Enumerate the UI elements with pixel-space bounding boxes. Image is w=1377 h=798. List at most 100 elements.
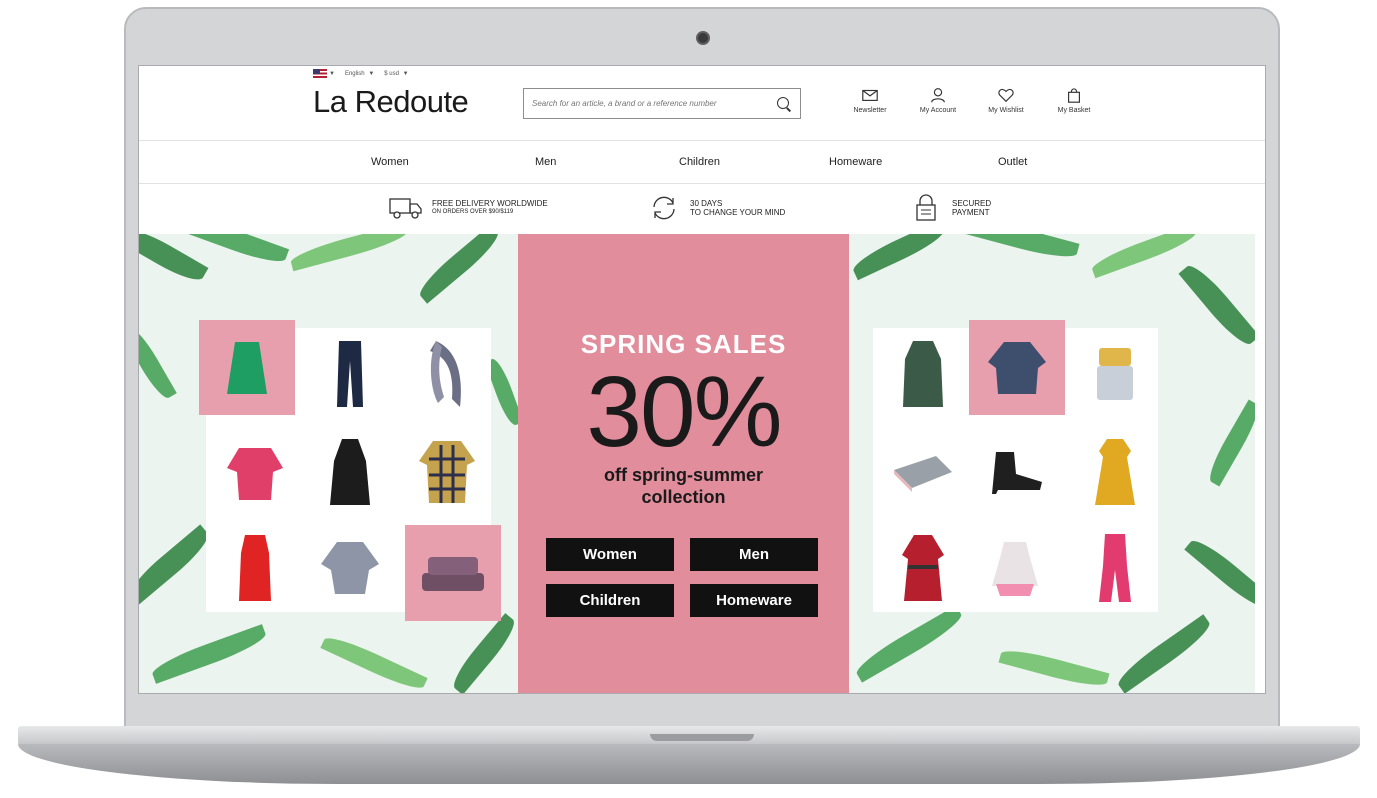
search-input[interactable] (532, 99, 776, 108)
service-subtitle: ON ORDERS OVER $90/$119 (432, 209, 514, 215)
product-tile-skirt[interactable] (199, 320, 295, 415)
scarf-image (430, 341, 461, 407)
promo-percent: 30% (586, 356, 782, 468)
product-tile-ankle-boot[interactable] (969, 426, 1061, 518)
cta-homeware-button[interactable]: Homeware (690, 584, 818, 617)
nav-item-women[interactable]: Women (371, 156, 409, 168)
product-tile-scarf[interactable] (401, 328, 493, 420)
search-box (523, 88, 801, 119)
product-tile-pink-top[interactable] (209, 426, 301, 518)
service-title: FREE DELIVERY WORLDWIDE (432, 199, 548, 208)
bag-icon (1068, 88, 1080, 103)
us-flag-icon (313, 69, 327, 78)
promo-subtitle-line: collection (641, 487, 726, 507)
red-print-dress-image (902, 535, 944, 601)
laptop-notch (650, 734, 754, 741)
yellow-dress-image (1095, 439, 1135, 505)
currency-label: $ usd (384, 70, 399, 77)
product-tile-yellow-dress[interactable] (1069, 426, 1161, 518)
leaf-decoration (958, 234, 1080, 264)
leaf-decoration (1113, 614, 1215, 693)
newsletter-label: Newsletter (853, 107, 887, 114)
cta-women-button[interactable]: Women (546, 538, 674, 571)
product-tile-towels[interactable] (405, 525, 501, 621)
header-actions: Newsletter My Account My Wishlist My Bas… (843, 86, 1101, 114)
account-button[interactable]: My Account (911, 86, 965, 114)
product-tile-bedding[interactable] (1069, 328, 1161, 420)
grey-blouse-image (321, 542, 379, 594)
product-tile-trousers[interactable] (304, 328, 396, 420)
service-text: FREE DELIVERY WORLDWIDE ON ORDERS OVER $… (432, 199, 548, 217)
service-free-delivery: FREE DELIVERY WORLDWIDE ON ORDERS OVER $… (389, 194, 548, 222)
user-icon (931, 88, 945, 103)
newsletter-button[interactable]: Newsletter (843, 86, 897, 114)
leaf-decoration (998, 645, 1110, 691)
language-selector[interactable]: English ▼ (345, 71, 374, 77)
denim-jacket-image (988, 341, 1046, 394)
wishlist-button[interactable]: My Wishlist (979, 86, 1033, 114)
service-text: SECURED PAYMENT (952, 199, 991, 217)
page-edge (1255, 234, 1265, 693)
leaf-decoration (139, 323, 177, 403)
pink-top-image (227, 448, 283, 500)
nav-item-men[interactable]: Men (535, 156, 556, 168)
lock-icon (916, 194, 936, 221)
basket-button[interactable]: My Basket (1047, 86, 1101, 114)
country-selector[interactable]: ▼ (313, 69, 335, 78)
cta-men-button[interactable]: Men (690, 538, 818, 571)
green-coat-image (903, 341, 943, 407)
nav-item-homeware[interactable]: Homeware (829, 156, 882, 168)
throw-blanket-image (894, 456, 952, 492)
left-product-panel (139, 234, 518, 693)
baby-dress-image (992, 542, 1038, 596)
service-subtitle: TO CHANGE YOUR MIND (690, 208, 786, 217)
product-tile-print-coat[interactable] (877, 328, 969, 420)
product-tile-blouse[interactable] (304, 522, 396, 614)
navy-trousers-image (337, 341, 363, 407)
leaf-decoration (849, 234, 949, 281)
product-tile-denim-jacket[interactable] (969, 320, 1065, 415)
search-icon[interactable] (776, 96, 792, 112)
promo-panel: SPRING SALES 30% off spring-summer colle… (518, 234, 849, 693)
leaf-decoration (139, 234, 209, 288)
towels-image (422, 557, 484, 591)
service-text: 30 DAYS TO CHANGE YOUR MIND (690, 199, 785, 217)
leaf-decoration (320, 631, 428, 693)
product-tile-jumpsuit[interactable] (1069, 522, 1161, 614)
product-tile-red-print-dress[interactable] (877, 522, 969, 614)
service-secure-payment: SECURED PAYMENT (909, 194, 991, 222)
camera-icon (696, 31, 710, 45)
envelope-icon (862, 89, 878, 101)
product-tile-baby-dress[interactable] (969, 522, 1061, 614)
nav-divider (139, 183, 1265, 184)
currency-selector[interactable]: $ usd ▼ (384, 71, 408, 77)
account-label: My Account (919, 107, 957, 114)
right-product-panel (849, 234, 1255, 693)
leaf-decoration (447, 613, 518, 693)
caret-down-icon: ▼ (329, 70, 335, 77)
bedding-image (1097, 348, 1133, 400)
hero-banner[interactable]: SPRING SALES 30% off spring-summer colle… (139, 234, 1265, 693)
laptop-bottom (18, 744, 1360, 784)
leaf-decoration (1178, 259, 1255, 351)
product-tile-plaid-shirt[interactable] (401, 426, 493, 518)
refresh-icon (653, 196, 675, 220)
leaf-decoration (149, 624, 269, 684)
product-tile-red-dress[interactable] (209, 522, 301, 614)
truck-icon (389, 198, 422, 219)
wishlist-label: My Wishlist (988, 107, 1024, 114)
heart-icon (998, 88, 1014, 103)
locale-bar: ▼ English ▼ $ usd ▼ (313, 69, 409, 78)
site-logo[interactable]: La Redoute (313, 84, 469, 120)
nav-item-outlet[interactable]: Outlet (998, 156, 1027, 168)
service-subtitle: PAYMENT (952, 208, 990, 217)
service-title: 30 DAYS (690, 199, 723, 208)
product-tile-print-dress[interactable] (304, 426, 396, 518)
product-tile-throw[interactable] (877, 426, 969, 518)
black-dress-image (330, 439, 370, 505)
nav-item-children[interactable]: Children (679, 156, 720, 168)
ankle-boot-image (992, 452, 1042, 494)
cta-children-button[interactable]: Children (546, 584, 674, 617)
leaf-decoration (139, 524, 215, 606)
main-nav: Women Men Children Homeware Outlet (139, 141, 1265, 183)
